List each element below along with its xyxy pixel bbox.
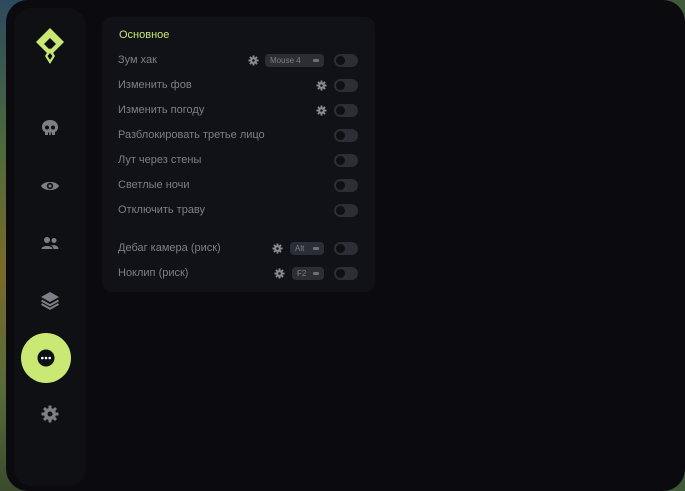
toggle-switch[interactable]	[334, 204, 358, 217]
gear-icon[interactable]	[272, 243, 283, 254]
sidebar-item-visuals-skull[interactable]	[27, 105, 73, 151]
gear-icon[interactable]	[316, 105, 327, 116]
setting-row-change-weather: Изменить погоду	[102, 100, 375, 122]
keybind-label: Mouse 4	[270, 56, 301, 65]
keybind-button[interactable]: Alt	[290, 242, 324, 255]
eye-icon	[41, 181, 59, 191]
setting-label: Зум хак	[118, 54, 157, 66]
setting-label: Светлые ночи	[118, 179, 190, 191]
setting-label: Изменить погоду	[118, 104, 205, 116]
toggle-switch[interactable]	[334, 129, 358, 142]
setting-label: Дебаг камера (риск)	[118, 242, 221, 254]
gear-icon[interactable]	[316, 80, 327, 91]
setting-row-third-person: Разблокировать третье лицо	[102, 125, 375, 147]
keyboard-icon	[313, 247, 319, 250]
toggle-switch[interactable]	[334, 179, 358, 192]
gear-icon	[41, 405, 59, 423]
section-title: Основное	[119, 29, 170, 41]
setting-label: Изменить фов	[118, 79, 192, 91]
keybind-button[interactable]: Mouse 4	[265, 54, 324, 67]
toggle-switch[interactable]	[334, 154, 358, 167]
settings-panel-main: Основное Зум хак Mouse 4 Изменить фов Из…	[102, 17, 375, 292]
keybind-label: F2	[297, 269, 307, 278]
setting-label: Отключить траву	[118, 204, 206, 216]
setting-row-noclip: Ноклип (риск) F2	[102, 263, 375, 285]
toggle-switch[interactable]	[334, 104, 358, 117]
keybind-label: Alt	[295, 244, 305, 253]
sidebar-item-esp-eye[interactable]	[27, 163, 73, 209]
sidebar	[14, 8, 86, 486]
diamond-logo-icon	[36, 28, 64, 64]
skull-icon	[42, 120, 58, 135]
setting-row-change-fov: Изменить фов	[102, 75, 375, 97]
setting-label: Ноклип (риск)	[118, 267, 189, 279]
toggle-switch[interactable]	[334, 54, 358, 67]
setting-label: Лут через стены	[118, 154, 202, 166]
setting-label: Разблокировать третье лицо	[118, 129, 265, 141]
more-dots-icon	[37, 349, 55, 367]
users-icon	[41, 237, 59, 249]
keybind-button[interactable]: F2	[292, 267, 324, 280]
sidebar-item-misc-active[interactable]	[21, 333, 71, 383]
setting-row-debug-camera: Дебаг камера (риск) Alt	[102, 238, 375, 260]
sidebar-item-players[interactable]	[27, 220, 73, 266]
setting-row-loot-through-walls: Лут через стены	[102, 150, 375, 172]
setting-row-bright-nights: Светлые ночи	[102, 175, 375, 197]
gear-icon[interactable]	[248, 55, 259, 66]
sidebar-item-settings[interactable]	[27, 391, 73, 437]
toggle-switch[interactable]	[334, 242, 358, 255]
setting-row-disable-grass: Отключить траву	[102, 200, 375, 222]
cheat-menu-window: Основное Зум хак Mouse 4 Изменить фов Из…	[6, 0, 685, 491]
keyboard-icon	[313, 272, 319, 275]
sidebar-item-layers[interactable]	[27, 277, 73, 323]
keyboard-icon	[313, 59, 319, 62]
layers-icon	[41, 292, 59, 310]
setting-row-zoom-hack: Зум хак Mouse 4	[102, 50, 375, 72]
toggle-switch[interactable]	[334, 79, 358, 92]
gear-icon[interactable]	[274, 268, 285, 279]
toggle-switch[interactable]	[334, 267, 358, 280]
